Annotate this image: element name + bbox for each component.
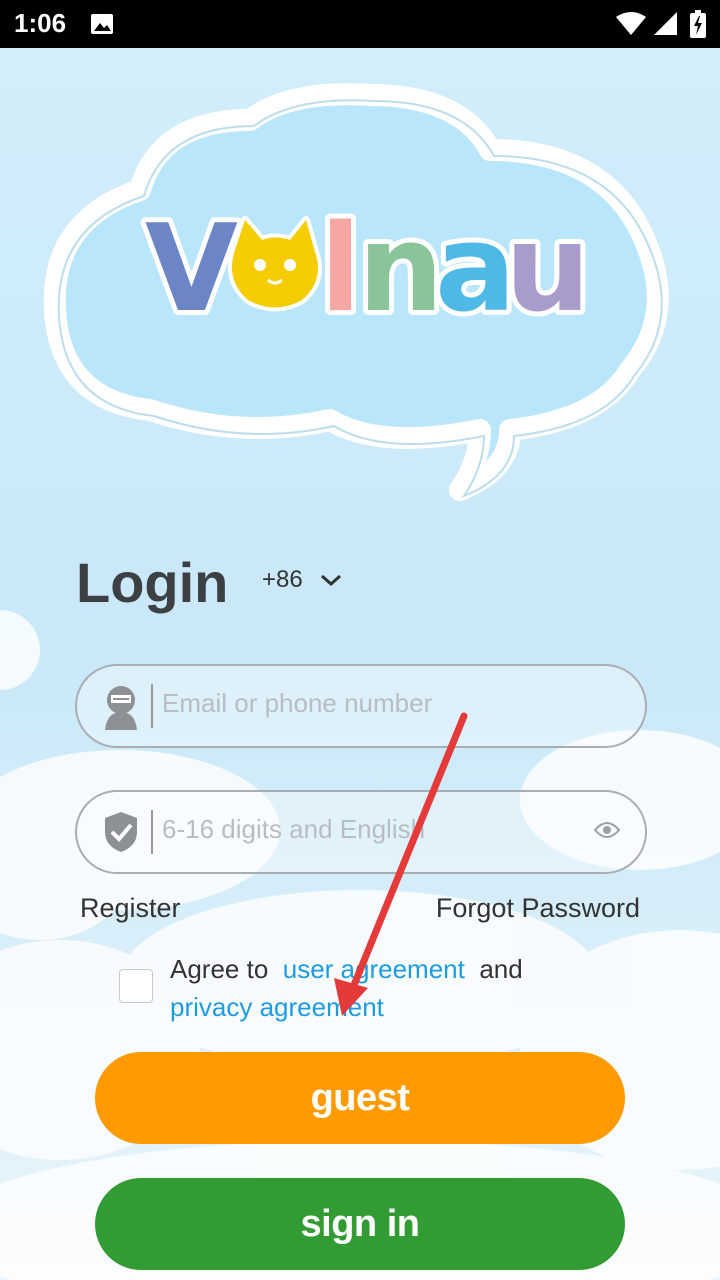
privacy-agreement-link[interactable]: privacy agreement (170, 992, 384, 1022)
account-input[interactable]: Email or phone number (75, 664, 647, 748)
agree-and: and (479, 954, 523, 984)
logo-letter-l: l (320, 200, 361, 339)
country-code-selector[interactable]: +86 (262, 566, 343, 594)
user-icon (103, 684, 139, 734)
field-divider (151, 810, 153, 854)
agreement-checkbox[interactable] (119, 969, 153, 1003)
field-divider (151, 684, 153, 728)
cat-face-icon (228, 216, 322, 312)
signal-icon (654, 12, 678, 40)
chevron-down-icon (320, 574, 341, 587)
eye-icon[interactable] (593, 820, 621, 844)
guest-button[interactable]: guest (95, 1052, 625, 1144)
wifi-icon (616, 12, 646, 40)
logo-letter-v: V (145, 200, 238, 339)
agree-prefix: Agree to (170, 954, 269, 984)
battery-icon (690, 10, 706, 42)
image-icon (90, 12, 114, 40)
logo-letter-n: n (358, 200, 443, 339)
register-link[interactable]: Register (80, 893, 181, 924)
country-code-value: +86 (262, 566, 303, 593)
page-title: Login (76, 551, 229, 614)
logo: V l n a u (40, 80, 680, 510)
user-agreement-link[interactable]: user agreement (283, 954, 465, 984)
status-bar: 1:06 (0, 0, 720, 48)
forgot-password-link[interactable]: Forgot Password (436, 893, 640, 924)
agreement-text: Agree to user agreement and privacy agre… (170, 950, 590, 1026)
password-input[interactable]: 6-16 digits and English (75, 790, 647, 874)
logo-letter-a: a (435, 200, 516, 339)
shield-icon (103, 810, 139, 858)
logo-letter-u: u (505, 200, 590, 339)
account-placeholder: Email or phone number (162, 688, 433, 718)
password-placeholder: 6-16 digits and English (162, 814, 426, 844)
status-time: 1:06 (14, 8, 67, 38)
sign-in-button[interactable]: sign in (95, 1178, 625, 1270)
